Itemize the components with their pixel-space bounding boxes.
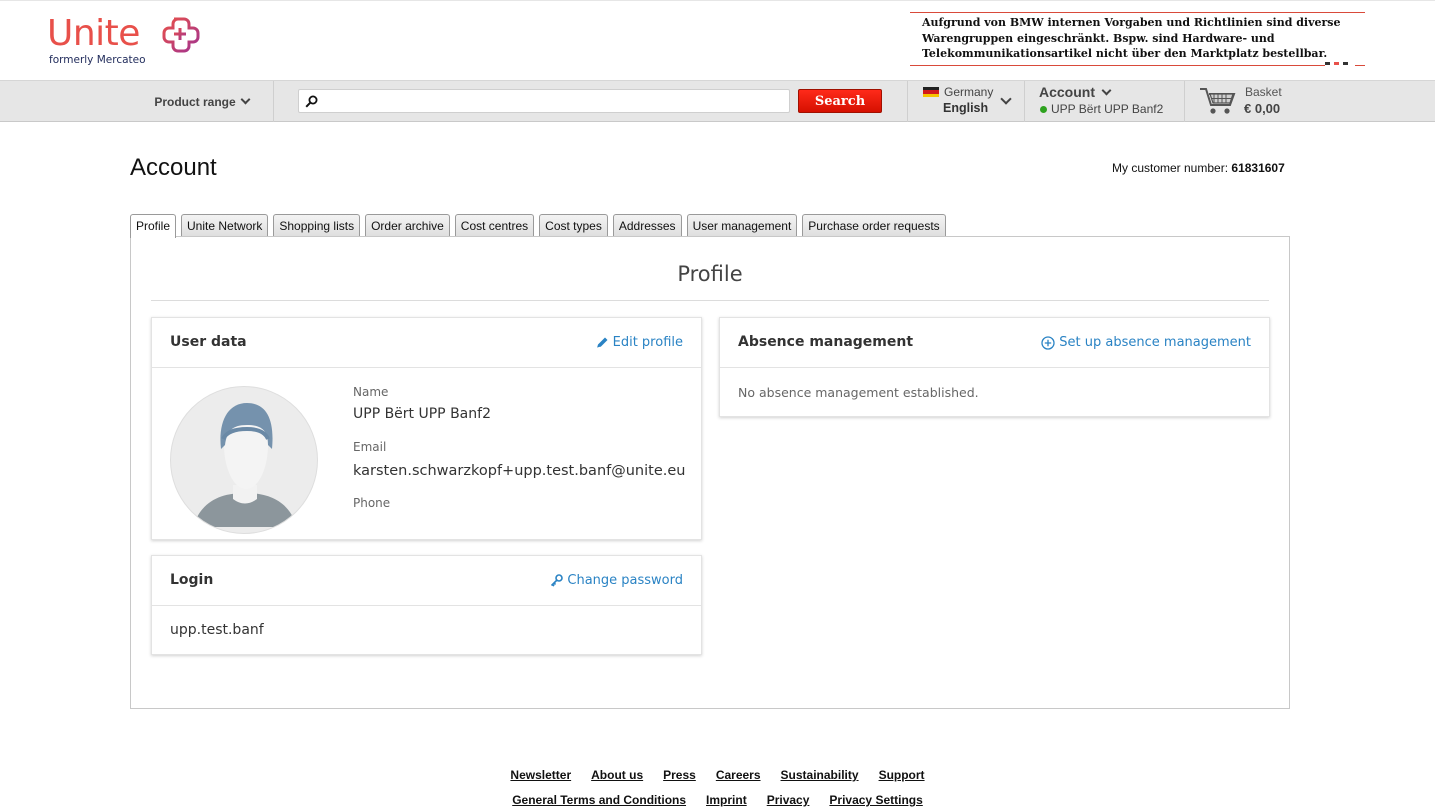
plus-circle-icon [1041,335,1055,350]
search-input[interactable] [323,92,783,110]
footer-link-privacy[interactable]: Privacy [767,793,810,807]
tab-user-management[interactable]: User management [686,214,798,237]
login-card-header: Login Change password [152,556,701,606]
email-label: Email [353,440,387,454]
logo-subtitle: formerly Mercateo [49,54,146,66]
logo-wordmark: Unite [47,13,140,54]
tab-cost-centres[interactable]: Cost centres [454,214,535,237]
tab-purchase-order-requests[interactable]: Purchase order requests [802,214,946,237]
country-label: Germany [944,85,994,99]
avatar-placeholder-icon [193,403,297,527]
tab-unite-network[interactable]: Unite Network [181,214,269,237]
tab-cost-types[interactable]: Cost types [539,214,608,237]
main-navbar: Product range Search Germany English Acc… [0,80,1435,122]
language-label: English [943,101,989,115]
search-box[interactable] [298,89,790,113]
user-data-title: User data [170,334,247,350]
login-card: Login Change password upp.test.banf [151,555,702,655]
footer-link-about-us[interactable]: About us [591,768,643,782]
change-password-link[interactable]: Change password [550,573,683,588]
change-password-label: Change password [567,573,683,588]
cart-icon [1200,88,1236,114]
footer-links-primary: Newsletter About us Press Careers Sustai… [0,768,1435,782]
tab-order-archive[interactable]: Order archive [365,214,450,237]
user-data-card: User data Edit profile Name UPP Bërt UPP… [151,317,702,540]
online-status-dot [1040,106,1047,113]
footer-link-terms[interactable]: General Terms and Conditions [512,793,686,807]
avatar [170,386,318,534]
footer-link-privacy-settings[interactable]: Privacy Settings [829,793,922,807]
germany-flag-icon [923,87,939,97]
chevron-down-icon [240,94,251,105]
footer-link-careers[interactable]: Careers [716,768,761,782]
customer-number: My customer number: 61831607 [1112,161,1285,175]
footer-link-support[interactable]: Support [879,768,925,782]
name-label: Name [353,385,389,399]
notice-decoration [1325,61,1355,66]
page-title: Account [130,154,217,181]
account-menu[interactable]: Account UPP Bërt UPP Banf2 [1025,81,1185,122]
tab-addresses[interactable]: Addresses [612,214,682,237]
customer-number-value: 61831607 [1231,161,1285,175]
edit-profile-link[interactable]: Edit profile [595,335,683,350]
product-range-menu[interactable]: Product range [130,81,274,122]
basket-button[interactable]: Basket € 0,00 [1198,81,1318,122]
basket-amount: € 0,00 [1244,101,1281,116]
edit-profile-label: Edit profile [612,335,683,350]
user-data-card-header: User data Edit profile [152,318,701,368]
login-username: upp.test.banf [170,622,264,638]
country-language-selector[interactable]: Germany English [907,81,1025,122]
account-tabs: Profile Unite Network Shopping lists Ord… [130,214,951,238]
phone-label: Phone [353,496,391,510]
account-label: Account [1039,84,1095,100]
unite-logo[interactable]: Unite formerly Mercateo [47,13,207,69]
account-user-name: UPP Bërt UPP Banf2 [1051,102,1164,116]
customer-number-label: My customer number: [1112,161,1229,175]
name-value: UPP Bërt UPP Banf2 [353,406,491,422]
notice-divider [910,65,1365,66]
setup-absence-link[interactable]: Set up absence management [1041,335,1251,350]
pencil-icon [596,337,608,348]
email-value: karsten.schwarzkopf+upp.test.banf@unite.… [353,463,686,479]
notice-text: Aufgrund von BMW internen Vorgaben und R… [922,16,1341,60]
basket-label: Basket [1245,85,1282,99]
footer-link-imprint[interactable]: Imprint [706,793,747,807]
tab-profile[interactable]: Profile [130,214,177,238]
heading-divider [151,300,1269,301]
absence-card-header: Absence management Set up absence manage… [720,318,1269,368]
absence-title: Absence management [738,334,914,350]
bmw-notice: Aufgrund von BMW internen Vorgaben und R… [910,12,1365,67]
chevron-down-icon [1101,85,1112,96]
search-icon [305,95,318,108]
profile-heading: Profile [677,262,743,286]
setup-absence-label: Set up absence management [1059,335,1251,350]
tab-shopping-lists[interactable]: Shopping lists [273,214,361,237]
unite-logo-icon [162,17,200,53]
product-range-label: Product range [154,94,236,109]
profile-panel: Profile User data Edit profile Name UPP … [130,236,1290,709]
absence-management-card: Absence management Set up absence manage… [719,317,1270,417]
chevron-down-icon [1000,93,1012,105]
top-header: Unite formerly Mercateo Aufgrund von BMW… [0,0,1435,80]
key-icon [551,573,564,587]
footer-link-press[interactable]: Press [663,768,696,782]
login-title: Login [170,572,214,588]
footer-link-sustainability[interactable]: Sustainability [781,768,859,782]
footer-link-newsletter[interactable]: Newsletter [510,768,571,782]
footer-links-legal: General Terms and Conditions Imprint Pri… [0,793,1435,807]
absence-empty-text: No absence management established. [738,385,979,400]
search-button[interactable]: Search [798,89,882,113]
